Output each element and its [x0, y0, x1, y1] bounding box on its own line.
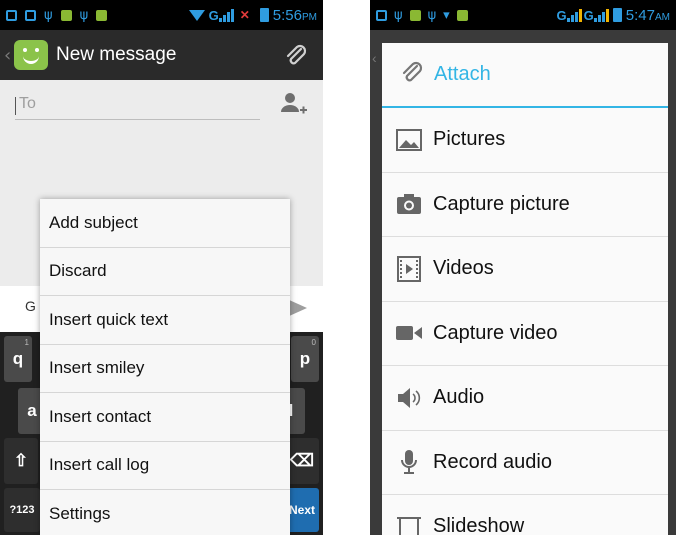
dialog-title: Attach	[434, 63, 491, 85]
camera-icon	[396, 191, 422, 217]
action-bar: ‹ New message	[0, 30, 323, 80]
signal-icon-2	[593, 8, 609, 22]
attach-dialog: Attach Pictures Capture picture Videos C…	[382, 43, 668, 535]
attach-option-record-audio[interactable]: Record audio	[382, 431, 668, 495]
attach-option-capture-video[interactable]: Capture video	[382, 302, 668, 366]
wifi-small-icon: ▾	[443, 7, 450, 23]
send-icon[interactable]	[287, 299, 307, 317]
usb-icon: ψ	[394, 7, 403, 23]
menu-item-insert-contact[interactable]: Insert contact	[40, 393, 290, 442]
gallery-notification-icon	[25, 9, 36, 21]
option-label: Pictures	[433, 128, 506, 151]
key-p[interactable]: 0p	[291, 336, 319, 382]
video-camera-icon	[396, 320, 422, 346]
messaging-app-icon[interactable]	[14, 40, 48, 70]
android-debug-icon	[60, 9, 72, 21]
dialog-header: Attach	[382, 43, 668, 108]
menu-item-insert-smiley[interactable]: Insert smiley	[40, 345, 290, 393]
menu-item-discard[interactable]: Discard	[40, 248, 290, 296]
network-type-label-2: G	[583, 7, 594, 23]
message-input[interactable]: G	[25, 298, 36, 314]
battery-icon	[259, 8, 269, 22]
signal-icon	[566, 8, 582, 22]
option-label: Capture picture	[433, 192, 570, 215]
video-file-icon	[396, 255, 422, 282]
attach-option-capture-picture[interactable]: Capture picture	[382, 173, 668, 237]
sd-card-icon	[96, 9, 108, 21]
recipient-input[interactable]: To	[15, 93, 260, 120]
attach-option-slideshow[interactable]: Slideshow	[382, 495, 668, 535]
key-q[interactable]: 1q	[4, 336, 32, 382]
attach-paperclip-icon[interactable]	[275, 35, 315, 75]
delete-key[interactable]: ⌫	[285, 438, 319, 484]
attach-option-audio[interactable]: Audio	[382, 366, 668, 431]
menu-item-insert-call-log[interactable]: Insert call log	[40, 442, 290, 490]
options-menu: Add subject Discard Insert quick text In…	[40, 199, 290, 535]
status-bar: ψ ψ ▾ G G 5:47AM	[370, 0, 676, 30]
symbols-key[interactable]: ?123	[4, 488, 40, 532]
menu-item-add-subject[interactable]: Add subject	[40, 199, 290, 248]
messaging-screen: ψ ψ G ✕ 5:56PM ‹ New message To G 1q 0p …	[0, 0, 323, 535]
network-type-label: G	[556, 7, 567, 23]
android-debug-icon	[409, 9, 421, 21]
notification-icon	[6, 9, 17, 21]
network-type-label: G	[208, 7, 219, 23]
attach-option-videos[interactable]: Videos	[382, 237, 668, 302]
menu-item-insert-quick-text[interactable]: Insert quick text	[40, 296, 290, 345]
page-title: New message	[56, 44, 177, 65]
no-sim-icon: ✕	[239, 8, 250, 22]
usb-icon: ψ	[44, 7, 53, 23]
slideshow-icon	[396, 514, 422, 535]
option-label: Audio	[433, 386, 485, 409]
sd-card-icon	[456, 9, 468, 21]
notification-icon	[376, 9, 387, 21]
add-contact-icon[interactable]	[278, 90, 308, 120]
microphone-icon	[396, 449, 422, 475]
status-bar: ψ ψ G ✕ 5:56PM	[0, 0, 323, 30]
option-label: Record audio	[433, 450, 552, 473]
option-label: Capture video	[433, 321, 558, 344]
status-clock: 5:56PM	[272, 6, 317, 24]
status-clock: 5:47AM	[625, 6, 670, 24]
usb-icon-2: ψ	[427, 7, 437, 23]
wifi-icon	[188, 9, 205, 21]
paperclip-icon	[398, 59, 424, 90]
back-chevron-icon[interactable]: ‹	[4, 45, 14, 66]
battery-charging-icon	[612, 8, 622, 22]
option-label: Videos	[433, 257, 494, 280]
shift-key[interactable]: ⇧	[4, 438, 38, 484]
attach-option-pictures[interactable]: Pictures	[382, 108, 668, 173]
speaker-icon	[396, 385, 422, 411]
next-key[interactable]: Next	[285, 488, 319, 532]
menu-item-settings[interactable]: Settings	[40, 490, 290, 535]
picture-icon	[396, 127, 422, 153]
option-label: Slideshow	[433, 515, 525, 535]
background-back-chevron-icon: ‹	[372, 50, 377, 66]
signal-icon	[218, 8, 234, 22]
attach-screen: ψ ψ ▾ G G 5:47AM ‹ Attach Pictures Captu…	[370, 0, 676, 535]
usb-icon-2: ψ	[79, 7, 89, 23]
